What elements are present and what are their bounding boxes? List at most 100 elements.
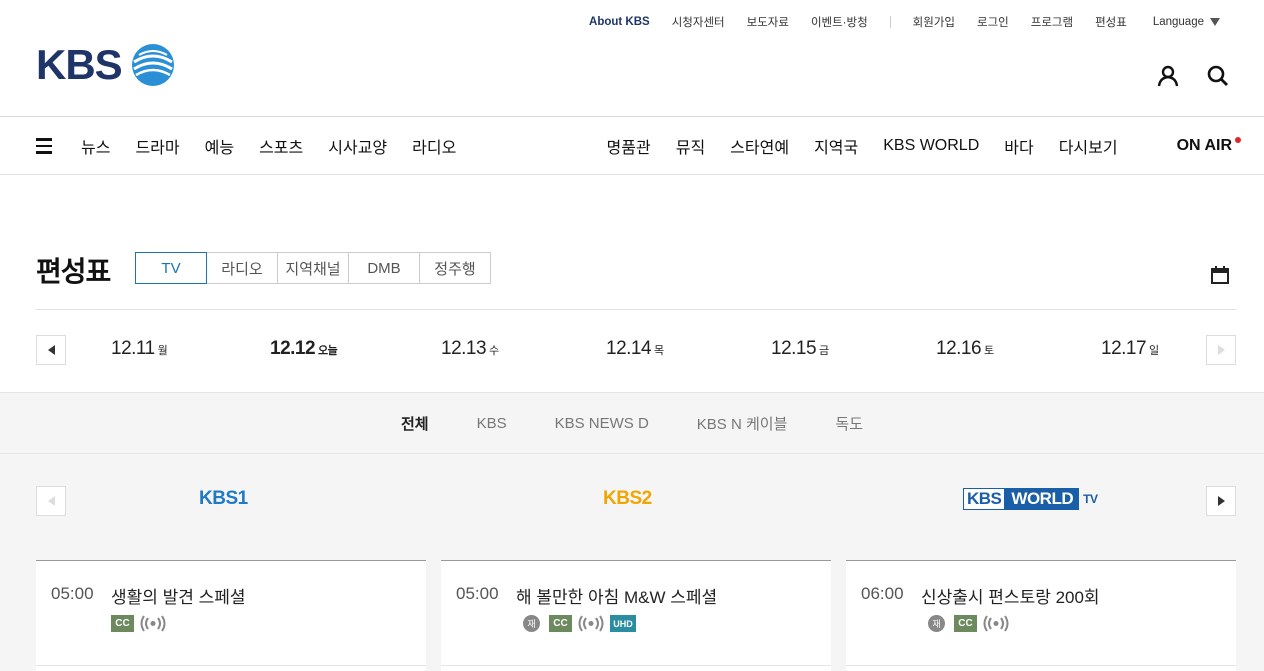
rerun-badge: 재 (523, 615, 540, 632)
date-item-today[interactable]: 12.12 오늘 (270, 338, 338, 360)
radio-broadcast-icon (983, 615, 1009, 632)
header-icons (1130, 64, 1230, 88)
nav-left: 뉴스 드라마 예능 스포츠 시사교양 라디오 (81, 117, 481, 175)
arrow-left-icon (47, 496, 55, 506)
group-dokdo[interactable]: 독도 (835, 413, 863, 434)
logo-part-kbs: KBS (963, 488, 1006, 510)
cc-badge: CC (954, 615, 977, 632)
program-card[interactable]: 05:00 해 볼만한 아침 M&W 스페셜 재 CC UHD (441, 560, 831, 671)
date-item[interactable]: 12.14 목 (606, 338, 664, 360)
logo-part-tv: TV (1083, 492, 1098, 506)
program-title[interactable]: 신상출시 편스토랑 200회 (921, 583, 1100, 608)
date-item[interactable]: 12.15 금 (771, 338, 829, 360)
date-item[interactable]: 12.13 수 (441, 338, 499, 360)
cc-badge: CC (111, 615, 134, 632)
program-card[interactable]: 06:00 신상출시 편스토랑 200회 재 CC (846, 560, 1236, 671)
date-item[interactable]: 12.16 토 (936, 338, 994, 360)
tab-dmb[interactable]: DMB (348, 252, 420, 284)
tab-tv[interactable]: TV (135, 252, 207, 284)
nav-kbs-world[interactable]: KBS WORLD (883, 137, 979, 155)
utility-links: About KBS 시청자센터 보도자료 이벤트·방청 회원가입 로그인 프로그… (567, 14, 1220, 30)
channel-group-tabs: 전체 KBS KBS NEWS D KBS N 케이블 독도 (0, 392, 1264, 454)
tab-binge[interactable]: 정주행 (419, 252, 491, 284)
date-selector: 12.11 월 12.12 오늘 12.13 수 12.14 목 12.15 금 12.1… (0, 330, 1264, 370)
next-channel-button[interactable] (1206, 486, 1236, 516)
uhd-badge: UHD (610, 615, 636, 632)
arrow-right-icon (1217, 496, 1225, 506)
util-about-kbs[interactable]: About KBS (589, 16, 650, 28)
kbs-logo[interactable]: KBS (36, 42, 176, 88)
util-schedule[interactable]: 편성표 (1095, 14, 1127, 30)
onair-button[interactable]: ON AIR (1152, 137, 1241, 155)
nav-masterpiece[interactable]: 명품관 (607, 134, 651, 158)
nav-star[interactable]: 스타연예 (730, 134, 789, 158)
util-events[interactable]: 이벤트·방청 (811, 14, 868, 30)
group-n-cable[interactable]: KBS N 케이블 (697, 413, 788, 434)
util-viewer-center[interactable]: 시청자센터 (672, 14, 725, 30)
language-selector[interactable]: Language (1149, 16, 1220, 28)
tab-regional[interactable]: 지역채널 (277, 252, 349, 284)
nav-radio[interactable]: 라디오 (412, 134, 456, 158)
divider (36, 309, 1236, 310)
logo-part-world: WORLD (1005, 488, 1080, 510)
util-login[interactable]: 로그인 (977, 14, 1009, 30)
program-badges: 재 CC UHD (523, 615, 636, 632)
nav-regional[interactable]: 지역국 (814, 134, 858, 158)
tab-radio[interactable]: 라디오 (206, 252, 278, 284)
next-week-button[interactable] (1206, 335, 1236, 365)
nav-replay[interactable]: 다시보기 (1059, 134, 1118, 158)
card-divider (441, 665, 831, 666)
program-time: 05:00 (51, 584, 94, 603)
nav-entertainment[interactable]: 예능 (205, 134, 234, 158)
prev-week-button[interactable] (36, 335, 66, 365)
user-icon[interactable] (1156, 64, 1180, 88)
kbs-globe-icon (131, 44, 174, 86)
group-news-d[interactable]: KBS NEWS D (555, 415, 649, 432)
nav-news[interactable]: 뉴스 (81, 134, 110, 158)
channel-logo-kbs2[interactable]: KBS2 (603, 488, 652, 510)
program-card[interactable]: 05:00 생활의 발견 스페셜 CC (36, 560, 426, 671)
date-item[interactable]: 12.11 월 (111, 338, 168, 360)
util-press[interactable]: 보도자료 (747, 14, 789, 30)
main-nav: 뉴스 드라마 예능 스포츠 시사교양 라디오 명품관 뮤직 스타연예 지역국 K… (0, 117, 1264, 175)
util-signup[interactable]: 회원가입 (913, 14, 955, 30)
program-time: 05:00 (456, 584, 499, 603)
menu-icon[interactable] (36, 138, 52, 154)
logo-text: KBS (36, 41, 123, 88)
util-divider (889, 16, 891, 28)
program-time: 06:00 (861, 584, 904, 603)
program-title[interactable]: 해 볼만한 아침 M&W 스페셜 (516, 583, 717, 608)
radio-broadcast-icon (578, 615, 604, 632)
card-divider (36, 665, 426, 666)
arrow-right-icon (1217, 345, 1225, 355)
calendar-icon[interactable] (1210, 265, 1230, 285)
search-icon[interactable] (1206, 64, 1230, 88)
nav-right: 명품관 뮤직 스타연예 지역국 KBS WORLD 바다 다시보기 ON AIR (582, 117, 1241, 175)
card-divider (846, 665, 1236, 666)
group-all[interactable]: 전체 (401, 413, 429, 434)
cc-badge: CC (549, 615, 572, 632)
rerun-badge: 재 (928, 615, 945, 632)
arrow-left-icon (47, 345, 55, 355)
date-item[interactable]: 12.17 일 (1101, 338, 1159, 360)
prev-channel-button[interactable] (36, 486, 66, 516)
onair-label: ON AIR (1176, 137, 1232, 154)
caret-down-icon (1210, 17, 1220, 26)
nav-music[interactable]: 뮤직 (676, 134, 705, 158)
schedule-tabs: TV 라디오 지역채널 DMB 정주행 (135, 252, 491, 284)
util-programs[interactable]: 프로그램 (1031, 14, 1073, 30)
channel-logo-kbs1[interactable]: KBS1 (199, 488, 248, 510)
channel-logo-kbs-world[interactable]: KBS WORLD TV (963, 488, 1098, 510)
group-kbs[interactable]: KBS (477, 415, 507, 432)
nav-culture[interactable]: 시사교양 (328, 134, 387, 158)
nav-bada[interactable]: 바다 (1004, 134, 1033, 158)
site-header: KBS About KBS 시청자센터 보도자료 이벤트·방청 회원가입 로그인… (0, 0, 1264, 117)
page-title: 편성표 (36, 256, 111, 287)
live-dot-icon (1235, 137, 1241, 143)
nav-sports[interactable]: 스포츠 (259, 134, 303, 158)
nav-drama[interactable]: 드라마 (135, 134, 179, 158)
radio-broadcast-icon (140, 615, 166, 632)
language-label: Language (1152, 16, 1204, 28)
program-title[interactable]: 생활의 발견 스페셜 (111, 583, 246, 608)
program-badges: 재 CC (928, 615, 1011, 632)
